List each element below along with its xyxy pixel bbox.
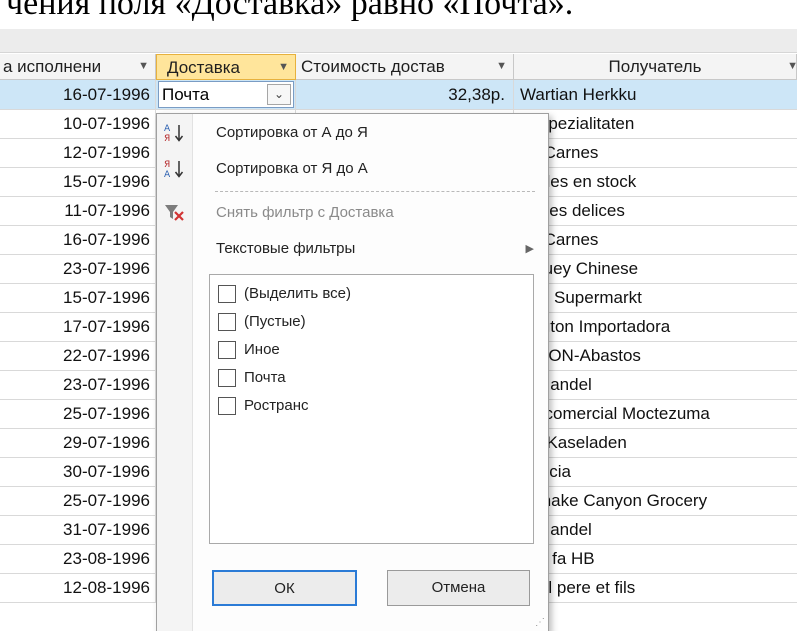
menu-item-sort-desc[interactable]: Я А Сортировка от Я до А <box>157 152 548 186</box>
menu-item-text-filters[interactable]: Текстовые фильтры ▶ <box>157 232 548 266</box>
menu-item-clear-filter[interactable]: Снять фильтр с Доставка <box>157 196 548 230</box>
cell-date[interactable]: 25-07-1996 <box>0 399 156 429</box>
cell-date[interactable]: 31-07-1996 <box>0 515 156 545</box>
cell-date[interactable]: 10-07-1996 <box>0 109 156 139</box>
checkbox-other[interactable]: Иное <box>218 337 518 363</box>
cell-recipient[interactable]: lesnake Canyon Grocery <box>514 486 797 516</box>
cell-date[interactable]: 25-07-1996 <box>0 486 156 516</box>
checkbox-empty[interactable]: (Пустые) <box>218 309 518 335</box>
menu-item-sort-asc[interactable]: А Я Сортировка от А до Я <box>157 116 548 150</box>
checkbox-box[interactable] <box>218 313 236 331</box>
cell-recipient[interactable]: tro comercial Moctezuma <box>514 399 797 429</box>
cell-date[interactable]: 23-07-1996 <box>0 254 156 284</box>
column-header-date[interactable]: а исполнени ▼ <box>0 54 156 80</box>
column-header-label: а исполнени <box>3 57 102 76</box>
cell-date[interactable]: 12-08-1996 <box>0 573 156 603</box>
checkbox-box[interactable] <box>218 397 236 415</box>
svg-text:А: А <box>164 170 171 180</box>
cell-date[interactable]: 30-07-1996 <box>0 457 156 487</box>
cell-date[interactable]: 15-07-1996 <box>0 283 156 313</box>
checkbox-box[interactable] <box>218 369 236 387</box>
sort-descending-icon: Я А <box>164 160 184 180</box>
cell-recipient[interactable]: Wartian Herkku <box>514 80 797 110</box>
cell-recipient[interactable]: och fa HB <box>514 544 797 574</box>
cell-delivery-cost[interactable]: 32,38р. <box>296 80 514 110</box>
cell-recipient[interactable]: st Handel <box>514 370 797 400</box>
dropdown-arrow-icon[interactable]: ▼ <box>138 54 149 79</box>
dropdown-arrow-icon[interactable]: ▼ <box>278 55 289 79</box>
chevron-down-icon[interactable]: ⌄ <box>267 84 291 105</box>
cell-recipient[interactable]: ndel pere et fils <box>514 573 797 603</box>
checkbox-label: (Выделить все) <box>244 285 351 302</box>
checkbox-select-all[interactable]: (Выделить все) <box>218 281 518 307</box>
checkbox-label: (Пустые) <box>244 313 306 330</box>
submenu-arrow-icon: ▶ <box>525 243 534 255</box>
cell-recipient[interactable]: is Spezialitaten <box>514 109 797 139</box>
sort-ascending-icon: А Я <box>164 124 184 144</box>
cell-recipient[interactable]: ari Carnes <box>514 225 797 255</box>
menu-item-label: Снять фильтр с Доставка <box>216 204 394 221</box>
checkbox-label: Ространс <box>244 397 309 414</box>
menu-separator <box>215 191 535 192</box>
checkbox-mail[interactable]: Почта <box>218 365 518 391</box>
checkbox-box[interactable] <box>218 341 236 359</box>
cell-recipient[interactable]: ARION-Abastos <box>514 341 797 371</box>
cell-recipient[interactable]: uailles en stock <box>514 167 797 197</box>
cell-recipient[interactable]: remes delices <box>514 196 797 226</box>
cell-date[interactable]: 15-07-1996 <box>0 167 156 197</box>
cell-recipient[interactable]: p-suey Chinese <box>514 254 797 284</box>
delivery-combobox[interactable]: Почта ⌄ <box>158 81 294 108</box>
checkbox-label: Почта <box>244 369 286 386</box>
menu-item-label: Текстовые фильтры <box>216 240 356 257</box>
svg-text:Я: Я <box>164 160 170 170</box>
cell-date[interactable]: 23-08-1996 <box>0 544 156 574</box>
table-row[interactable]: 16-07-1996 32,38р. Wartian Herkku Почта ⌄ <box>0 80 797 110</box>
cell-recipient[interactable]: llington Importadora <box>514 312 797 342</box>
filter-values-list[interactable]: (Выделить все) (Пустые) Иное Почта Ростр… <box>209 274 534 544</box>
cell-date[interactable]: 16-07-1996 <box>0 80 156 110</box>
column-header-recipient[interactable]: Получатель ▼ <box>514 54 797 80</box>
document-caption: чения поля «Доставка» равно «Почта». <box>6 0 574 22</box>
column-header-delivery[interactable]: Доставка ▼ <box>156 54 296 80</box>
cell-recipient[interactable]: ies Kaseladen <box>514 428 797 458</box>
column-header-label: Стоимость достав <box>301 57 445 76</box>
menu-item-label: Сортировка от А до Я <box>216 124 368 141</box>
cell-date[interactable]: 17-07-1996 <box>0 312 156 342</box>
resize-grip-icon[interactable]: ⋰ <box>535 617 545 628</box>
cell-date[interactable]: 16-07-1996 <box>0 225 156 255</box>
cell-date[interactable]: 22-07-1996 <box>0 341 156 371</box>
cell-date[interactable]: 11-07-1996 <box>0 196 156 226</box>
combobox-value: Почта <box>162 85 210 104</box>
cancel-button[interactable]: Отмена <box>387 570 530 606</box>
cell-recipient[interactable]: nter Supermarkt <box>514 283 797 313</box>
cell-recipient[interactable]: st Handel <box>514 515 797 545</box>
menu-item-label: Сортировка от Я до А <box>216 160 368 177</box>
dropdown-arrow-icon[interactable]: ▼ <box>496 54 507 79</box>
cell-recipient[interactable]: Delicia <box>514 457 797 487</box>
checkbox-label: Иное <box>244 341 280 358</box>
cell-date[interactable]: 29-07-1996 <box>0 428 156 458</box>
filter-popup: А Я Сортировка от А до Я Я А Сортировка … <box>156 113 549 631</box>
cell-date[interactable]: 23-07-1996 <box>0 370 156 400</box>
cell-date[interactable]: 12-07-1996 <box>0 138 156 168</box>
menu-icon-gutter <box>157 114 193 631</box>
cell-recipient[interactable]: ari Carnes <box>514 138 797 168</box>
ok-button[interactable]: ОК <box>212 570 357 606</box>
svg-text:Я: Я <box>164 134 170 144</box>
column-header-label: Доставка <box>167 58 241 77</box>
column-header-label: Получатель <box>608 57 702 76</box>
checkbox-box[interactable] <box>218 285 236 303</box>
dropdown-arrow-icon[interactable]: ▼ <box>787 54 796 79</box>
clear-filter-icon <box>165 205 184 221</box>
checkbox-rostrans[interactable]: Ространс <box>218 393 518 419</box>
column-header-delivery-cost[interactable]: Стоимость достав ▼ <box>296 54 514 80</box>
svg-text:А: А <box>164 124 171 134</box>
ribbon-strip <box>0 29 797 53</box>
